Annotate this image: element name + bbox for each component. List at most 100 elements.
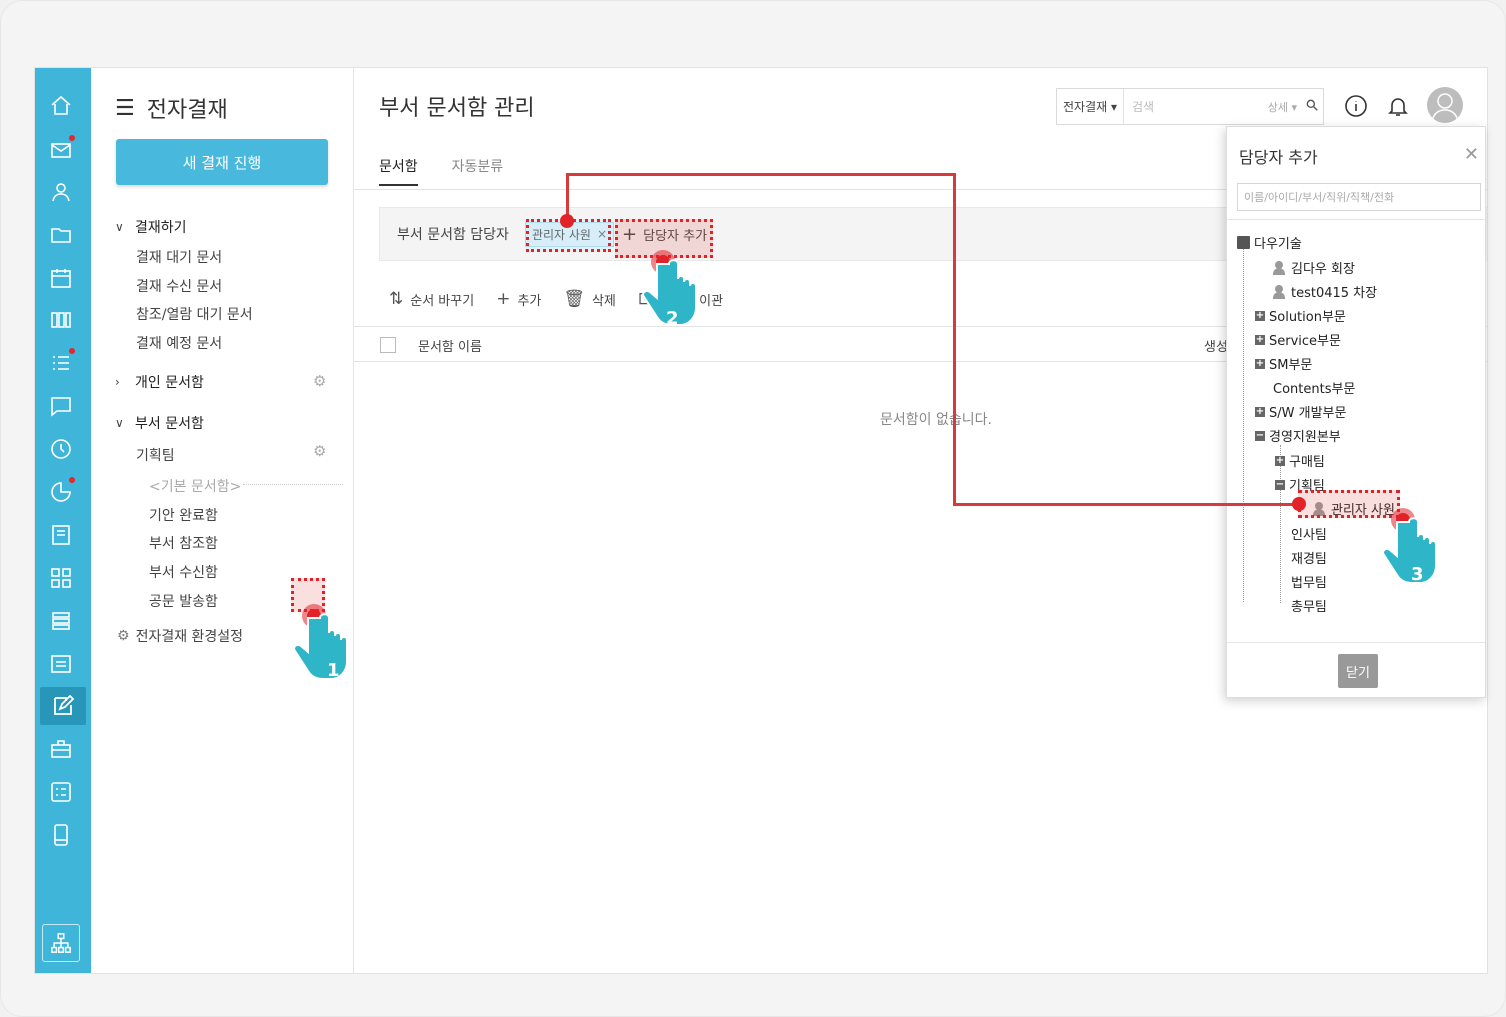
chevron-down-icon: ∨	[115, 220, 124, 234]
owner-label: 부서 문서함 담당자	[397, 227, 509, 243]
document-icon[interactable]	[49, 652, 73, 676]
building-icon	[1237, 236, 1250, 249]
pointer-hand-icon: 2	[633, 250, 703, 330]
column-created[interactable]: 생성	[1204, 336, 1228, 355]
tree-team[interactable]: + 구매팀	[1275, 451, 1325, 470]
clock-icon[interactable]	[49, 437, 73, 461]
hamburger-icon[interactable]: ☰	[115, 96, 135, 121]
icon-rail	[35, 68, 91, 973]
home-icon[interactable]	[49, 94, 73, 118]
expand-icon[interactable]: +	[1255, 358, 1265, 369]
search-scope-select[interactable]: 전자결재 ▾	[1057, 89, 1124, 124]
delete-button[interactable]: 🗑 삭제	[563, 289, 616, 309]
expand-icon[interactable]: +	[1255, 310, 1265, 321]
contacts-icon[interactable]	[49, 180, 73, 204]
expand-icon[interactable]: +	[1255, 334, 1265, 345]
tab-bar: 문서함 자동분류	[379, 156, 503, 186]
chat-icon[interactable]	[49, 394, 73, 418]
folder-icon[interactable]	[49, 223, 73, 247]
board-icon[interactable]	[49, 308, 73, 332]
expand-icon[interactable]: +	[1275, 455, 1285, 466]
section-approve[interactable]: ∨ 결재하기	[115, 217, 187, 237]
form-icon[interactable]	[49, 780, 73, 804]
gear-icon[interactable]: ⚙	[313, 373, 329, 389]
search-detail-toggle[interactable]: 상세 ▾	[1268, 99, 1305, 115]
tree-dept[interactable]: + S/W 개발부문	[1255, 402, 1346, 421]
column-name[interactable]: 문서함 이름	[418, 336, 482, 355]
close-button[interactable]: 닫기	[1338, 654, 1378, 688]
tree-dept[interactable]: + Solution부문	[1255, 306, 1346, 325]
menu-team[interactable]: 기획팀	[136, 445, 175, 465]
expand-icon[interactable]: +	[1255, 406, 1265, 417]
menu-header: ☰ 전자결재	[115, 92, 228, 124]
collapse-icon[interactable]: −	[1255, 430, 1265, 441]
add-owner-popup: 담당자 추가 ✕ 이름/아이디/부서/직위/직책/전화 다우기술 김다우 회장 …	[1226, 126, 1486, 698]
search-input[interactable]: 검색	[1124, 98, 1268, 115]
menu-item[interactable]: 부서 수신함	[149, 562, 218, 582]
menu-item[interactable]: 결재 예정 문서	[136, 333, 222, 353]
person-icon	[1273, 284, 1287, 299]
tree-person[interactable]: 김다우 회장	[1273, 258, 1355, 277]
tab-auto-classify[interactable]: 자동분류	[452, 156, 504, 186]
briefcase-icon[interactable]	[49, 737, 73, 761]
reorder-button[interactable]: ⇅ 순서 바꾸기	[389, 289, 474, 309]
tree-team[interactable]: 총무팀	[1291, 596, 1327, 615]
grid-icon[interactable]	[49, 566, 73, 590]
add-button[interactable]: + 추가	[496, 289, 541, 309]
connector-dot	[1292, 497, 1306, 511]
tree-team[interactable]: 인사팀	[1291, 524, 1327, 543]
popup-title: 담당자 추가	[1239, 148, 1318, 167]
select-all-checkbox[interactable]	[380, 337, 396, 353]
calendar-icon[interactable]	[49, 266, 73, 290]
step-number: 3	[1411, 564, 1424, 585]
notification-dot	[69, 348, 75, 354]
step-number: 2	[666, 308, 679, 329]
tree-company[interactable]: 다우기술	[1237, 233, 1302, 252]
tree-dept[interactable]: + Service부문	[1255, 330, 1341, 349]
menu-item[interactable]: 공문 발송함	[149, 591, 218, 611]
new-approval-button[interactable]: 새 결재 진행	[116, 139, 328, 185]
tree-team[interactable]: 재경팀	[1291, 548, 1327, 567]
notification-dot	[69, 135, 75, 141]
tree-dept[interactable]: Contents부문	[1273, 378, 1355, 397]
section-dept[interactable]: ∨ 부서 문서함	[115, 413, 204, 433]
menu-item[interactable]: 참조/열람 대기 문서	[136, 304, 253, 324]
close-icon[interactable]: ✕	[1464, 144, 1479, 165]
collapse-icon[interactable]: −	[1275, 479, 1285, 490]
approval-icon[interactable]	[40, 687, 86, 725]
section-personal[interactable]: › 개인 문서함	[115, 372, 204, 392]
connector-line	[953, 173, 956, 506]
tree-person[interactable]: test0415 차장	[1273, 282, 1377, 301]
info-icon[interactable]	[1344, 94, 1368, 118]
sort-icon: ⇅	[389, 289, 404, 309]
pointer-hand-icon: 3	[1373, 508, 1443, 588]
menu-item[interactable]: 부서 참조함	[149, 533, 218, 553]
chart-icon[interactable]	[49, 477, 75, 504]
settings-link[interactable]: ⚙ 전자결재 환경설정	[117, 626, 243, 646]
avatar[interactable]	[1427, 87, 1463, 123]
popup-search-input[interactable]: 이름/아이디/부서/직위/직책/전화	[1237, 183, 1481, 211]
org-chart-icon[interactable]	[42, 924, 80, 962]
tab-box[interactable]: 문서함	[379, 156, 418, 186]
tree-dept[interactable]: + SM부문	[1255, 354, 1312, 373]
tree-dept[interactable]: − 경영지원본부	[1255, 426, 1341, 445]
mobile-icon[interactable]	[49, 823, 73, 847]
chevron-right-icon: ›	[115, 375, 120, 389]
menu-item[interactable]: 결재 수신 문서	[136, 276, 222, 296]
menu-item[interactable]: 기안 완료함	[149, 505, 218, 525]
search-box: 전자결재 ▾ 검색 상세 ▾	[1056, 88, 1324, 125]
default-box[interactable]: <기본 문서함>	[149, 476, 241, 496]
gear-icon[interactable]: ⚙	[313, 443, 329, 459]
menu-item[interactable]: 결재 대기 문서	[136, 247, 222, 267]
tree-team[interactable]: 법무팀	[1291, 572, 1327, 591]
bell-icon[interactable]	[1386, 94, 1410, 118]
step-number: 1	[327, 660, 340, 681]
list-icon[interactable]	[49, 348, 75, 375]
empty-message: 문서함이 없습니다.	[880, 412, 992, 428]
connector-line	[566, 173, 956, 176]
mail-icon[interactable]	[49, 135, 75, 162]
gear-icon: ⚙	[117, 628, 130, 644]
search-icon[interactable]	[1305, 98, 1323, 116]
note-icon[interactable]	[49, 523, 73, 547]
stack-icon[interactable]	[49, 609, 73, 633]
